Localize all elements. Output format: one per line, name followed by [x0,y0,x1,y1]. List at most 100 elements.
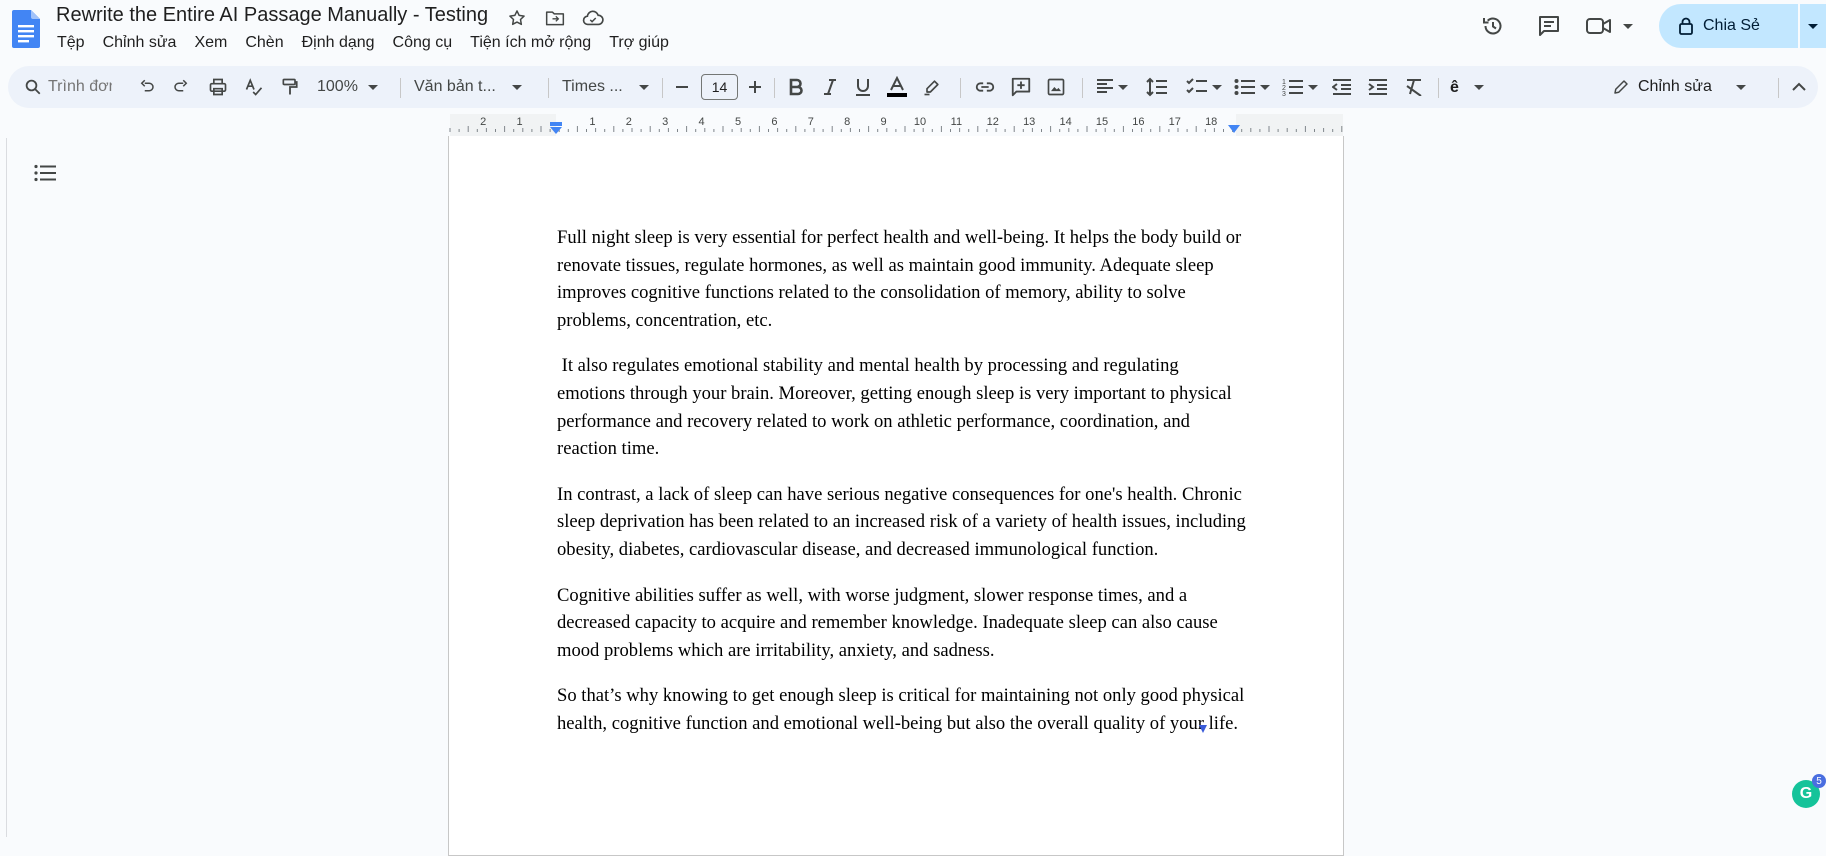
increase-indent-icon [1368,79,1387,95]
menu-view[interactable]: Xem [185,32,236,54]
history-button[interactable] [1473,6,1513,46]
font-size-input[interactable]: 14 [701,74,738,100]
underline-button[interactable] [854,66,872,108]
menu-file[interactable]: Tệp [48,32,94,54]
menu-format[interactable]: Định dạng [293,32,384,54]
toolbar-divider [774,78,775,98]
add-comment-icon [1011,77,1031,97]
search-icon [25,79,41,95]
numbered-list-button[interactable]: 123 [1282,66,1318,108]
ruler-label: 15 [1095,116,1109,128]
increase-indent-button[interactable] [1368,66,1388,108]
ruler-label: 5 [734,116,742,128]
chevron-down-icon [1808,23,1818,29]
menu-help[interactable]: Trợ giúp [600,32,678,54]
chevron-down-icon [367,84,378,90]
ruler-label: 7 [807,116,814,128]
paragraph-2[interactable]: It also regulates emotional stability an… [557,352,1249,462]
undo-button[interactable] [138,66,156,108]
paragraph-5[interactable]: So that’s why knowing to get enough slee… [557,682,1249,737]
chevron-down-icon [638,84,649,90]
paint-format-button[interactable] [280,66,300,108]
menu-tools[interactable]: Công cụ [384,32,462,54]
redo-button[interactable] [172,66,190,108]
line-spacing-icon [1146,77,1167,97]
highlighter-icon [924,80,939,96]
bold-icon [789,78,803,96]
decrease-indent-button[interactable] [1332,66,1352,108]
ruler-label: 18 [1205,116,1218,128]
align-button[interactable] [1096,66,1128,108]
chevron-down-icon [1118,84,1128,90]
font-select[interactable]: Times ... [562,66,649,108]
text-color-icon [887,76,907,97]
star-icon[interactable] [504,6,530,30]
chevron-down-icon [1623,23,1633,29]
clear-formatting-icon [1406,79,1422,96]
paragraph-3[interactable]: In contrast, a lack of sleep can have se… [557,481,1249,564]
ruler-label: 16 [1132,116,1145,128]
paragraph-4[interactable]: Cognitive abilities suffer as well, with… [557,582,1249,665]
video-call-icon [1586,18,1611,34]
clear-formatting-button[interactable] [1404,66,1424,108]
ruler-label: 12 [986,116,999,128]
document-title[interactable]: Rewrite the Entire AI Passage Manually -… [56,4,488,27]
decrease-indent-icon [1332,79,1351,95]
menu-extensions[interactable]: Tiện ích mở rộng [461,32,600,54]
checklist-button[interactable] [1186,66,1222,108]
comments-button[interactable] [1529,6,1569,46]
menu-insert[interactable]: Chèn [236,32,292,54]
style-select[interactable]: Văn bản t... [414,66,522,108]
bulleted-list-icon [1234,79,1255,95]
numbered-list-icon: 123 [1282,79,1303,97]
insert-image-button[interactable] [1046,66,1066,108]
move-folder-icon[interactable] [542,6,568,30]
horizontal-ruler[interactable]: 2 1 1 2 3 4 5 6 7 8 9 10 11 12 13 14 15 16 17 18 [0,114,1826,136]
decrease-font-size-button[interactable] [675,66,689,108]
bold-button[interactable] [788,66,804,108]
document-outline-button[interactable] [32,160,58,186]
underline-icon [856,79,870,96]
right-indent-marker-icon[interactable] [1227,124,1241,134]
cloud-status-icon[interactable] [580,6,606,30]
bulleted-list-button[interactable] [1234,66,1270,108]
toolbar-divider [960,78,961,98]
editing-mode-select[interactable]: Chỉnh sửa [1612,66,1746,108]
toolbar-divider [1082,78,1083,98]
title-actions [504,6,606,30]
increase-font-size-button[interactable] [748,66,762,108]
menu-edit[interactable]: Chỉnh sửa [94,32,186,54]
input-tools-button[interactable]: ê [1450,66,1484,108]
share-button[interactable]: Chia Sẻ [1659,4,1798,48]
zoom-select[interactable]: 100% [317,66,378,108]
insert-link-button[interactable] [974,66,996,108]
menu-search-input[interactable] [48,78,112,96]
docs-logo-icon[interactable] [12,10,40,48]
line-spacing-button[interactable] [1146,66,1168,108]
document-page[interactable]: Full night sleep is very essential for p… [448,136,1344,856]
style-value: Văn bản t... [414,78,496,95]
chevron-down-icon [1308,84,1318,90]
spellcheck-button[interactable] [244,66,264,108]
document-body[interactable]: Full night sleep is very essential for p… [557,224,1249,756]
paragraph-1[interactable]: Full night sleep is very essential for p… [557,224,1249,334]
ruler-label: 2 [480,116,487,128]
print-button[interactable] [208,66,228,108]
collapse-toolbar-button[interactable] [1792,66,1806,108]
italic-button[interactable] [822,66,838,108]
lock-icon [1679,17,1693,35]
share-options-button[interactable] [1800,4,1826,48]
text-color-button[interactable] [886,66,908,108]
vertical-ruler [0,138,7,837]
left-indent-marker-icon[interactable] [549,122,563,136]
toolbar-divider [1438,78,1439,98]
ruler-label: 17 [1168,116,1181,128]
minus-icon [676,86,688,88]
meet-button[interactable] [1585,15,1633,37]
highlight-color-button[interactable] [922,66,942,108]
image-icon [1047,78,1065,96]
ruler-label: 8 [844,116,851,128]
menu-search[interactable] [24,66,112,108]
toolbar-divider [1778,78,1779,98]
add-comment-button[interactable] [1010,66,1032,108]
